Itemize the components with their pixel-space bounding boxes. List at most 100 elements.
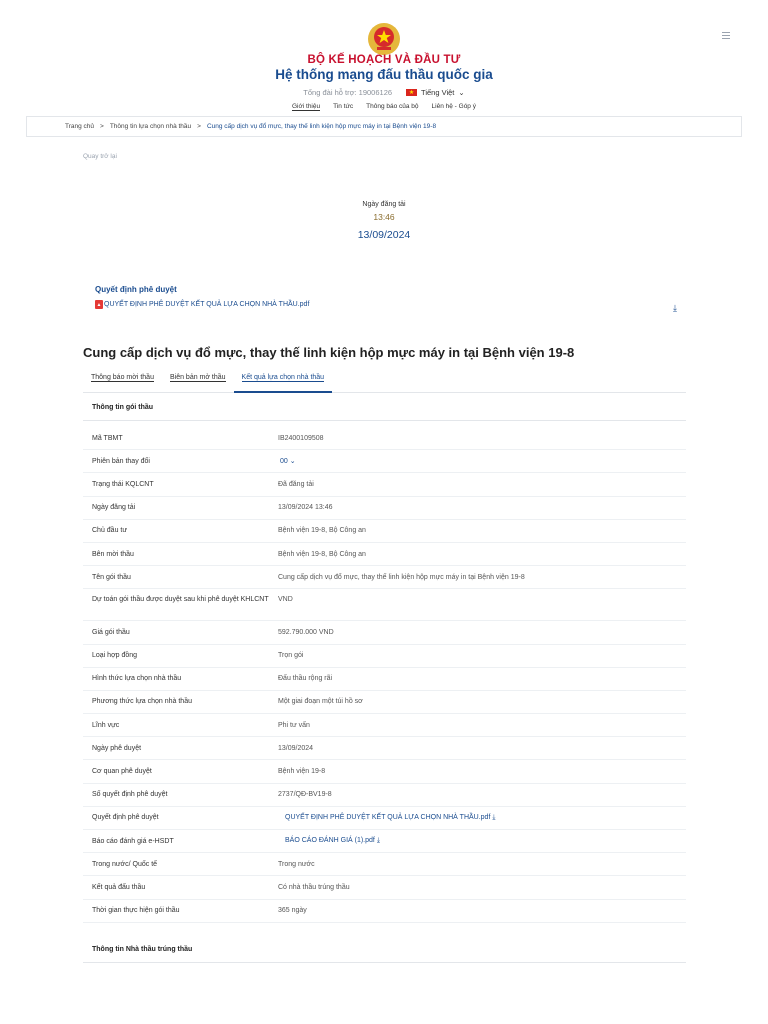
publish-label: Ngày đăng tải [362,201,406,208]
chevron-down-icon: ⌄ [458,88,465,97]
row-value: Trọn gói [278,652,304,660]
tab-bar: Thông báo mời thầu Biên bản mở thầu Kết … [83,371,686,393]
publish-date: 13/09/2024 [357,229,411,241]
row-value: Trong nước [278,860,315,868]
row-label: Thời gian thực hiện gói thầu [92,907,180,915]
publish-info: Ngày đăng tải 13:46 13/09/2024 [0,201,768,241]
decision-file-link[interactable]: QUYẾT ĐỊNH PHÊ DUYỆT KẾT QUẢ LỰA CHỌN NH… [278,814,686,822]
table-row: Số quyết định phê duyệt 2737/QĐ-BV19-8 [83,784,686,807]
download-icon: ⤓ [492,813,496,821]
decision-title: Quyết định phê duyệt [95,285,177,294]
row-label: Hình thức lựa chọn nhà thầu [92,675,182,683]
row-value: Bệnh viện 19-8 [278,768,326,776]
package-info-table: Mã TBMT IB2400109508 Phiên bản thay đổi 00… [83,427,686,923]
breadcrumb-current: Cung cấp dịch vụ đổ mực, thay thế linh k… [206,123,437,130]
row-label: Lĩnh vực [92,721,120,729]
table-row: Báo cáo đánh giá e-HSDT BÁO CÁO ĐÁNH GIÁ … [83,830,686,854]
table-row: Ngày phê duyệt 13/09/2024 [83,737,686,761]
row-value: Bệnh viện 19-8, Bộ Công an [278,550,366,558]
row-label: Phiên bản thay đổi [92,457,150,465]
section-package-info: Thông tin gói thầu [83,404,686,421]
tab-label: Biên bản mở thầu [169,374,226,382]
row-label: Số quyết định phê duyệt [92,791,168,799]
row-label: Loại hợp đồng [92,652,138,660]
row-label: Chủ đầu tư [92,527,128,535]
row-label: Kết quả đấu thầu [92,883,146,891]
table-row: Tên gói thầu Cung cấp dịch vụ đổ mực, tha… [83,566,686,590]
file-name: BÁO CÁO ĐÁNH GIÁ (1).pdf [285,837,375,845]
page-title: Cung cấp dịch vụ đổ mực, thay thế linh k… [83,345,575,360]
table-row: Phương thức lựa chọn nhà thầu Một giai đo… [83,691,686,715]
decision-file-name[interactable]: QUYẾT ĐỊNH PHÊ DUYỆT KẾT QUẢ LỰA CHỌN NH… [104,301,309,308]
row-label: Phương thức lựa chọn nhà thầu [92,698,192,706]
approval-decision: Quyết định phê duyệt ▲ QUYẾT ĐỊNH PHÊ DU… [95,285,677,313]
main-nav: Giới thiệu Tin tức Thông báo của bộ Liên… [0,103,768,111]
row-value: VND [278,596,293,604]
download-icon: ⤓ [376,837,380,845]
table-row: Quyết định phê duyệt QUYẾT ĐỊNH PHÊ DUYỆT… [83,807,686,830]
hamburger-menu-icon[interactable] [722,32,730,39]
breadcrumb-separator-icon: > [197,123,201,130]
site-header: BỘ KẾ HOẠCH VÀ ĐẦU TƯ Hệ thống mạng đấu … [0,0,768,111]
section-winner-info: Thông tin Nhà thầu trúng thầu [83,946,686,963]
table-row: Mã TBMT IB2400109508 [83,427,686,451]
row-label: Tên gói thầu [92,573,131,581]
tab-label: Thông báo mời thầu [91,374,154,382]
row-label: Quyết định phê duyệt [92,814,159,822]
row-label: Giá gói thầu [92,628,130,636]
row-label: Cơ quan phê duyệt [92,768,152,776]
report-file-link[interactable]: BÁO CÁO ĐÁNH GIÁ (1).pdf ⤓ [278,837,686,845]
row-value: Phi tư vấn [278,721,310,729]
language-label: Tiếng Việt [421,88,455,97]
back-link[interactable]: Quay trở lại [83,153,117,160]
download-icon[interactable]: ⤓ [673,303,677,314]
support-row: Tổng đài hỗ trợ: 19006126 ★ Tiếng Việt ⌄ [0,88,768,97]
version-selector[interactable]: 00 ⌄ [278,457,686,465]
row-label: Dự toán gói thầu được duyệt sau khi phê … [92,596,269,604]
publish-time: 13:46 [373,212,395,222]
nav-item-ministry-notices[interactable]: Thông báo của bộ [366,103,418,111]
row-value: IB2400109508 [278,434,324,442]
vietnam-flag-icon: ★ [406,89,418,96]
chevron-down-icon: ⌄ [289,458,296,466]
tab-bid-notice[interactable]: Thông báo mời thầu [83,371,162,393]
table-row: Kết quả đấu thầu Có nhà thầu trúng thầu [83,876,686,900]
table-row: Trong nước/ Quốc tế Trong nước [83,853,686,877]
row-value: Cung cấp dịch vụ đổ mực, thay thế linh k… [278,573,525,581]
row-value: 2737/QĐ-BV19-8 [278,791,332,799]
breadcrumb-separator-icon: > [100,123,104,130]
table-row: Hình thức lựa chọn nhà thầu Đấu thầu rộng… [83,668,686,691]
row-label: Ngày phê duyệt [92,744,142,752]
decision-file-link[interactable]: ▲ QUYẾT ĐỊNH PHÊ DUYỆT KẾT QUẢ LỰA CHỌN … [95,300,677,309]
language-selector[interactable]: ★ Tiếng Việt ⌄ [406,88,465,97]
row-label: Trong nước/ Quốc tế [92,860,158,868]
support-hotline: Tổng đài hỗ trợ: 19006126 [303,88,393,97]
row-value: 592.790.000 VND [278,628,334,636]
row-value: Có nhà thầu trúng thầu [278,883,350,891]
ministry-name: BỘ KẾ HOẠCH VÀ ĐẦU TƯ [307,54,461,66]
table-row: Bên mời thầu Bệnh viện 19-8, Bộ Công an [83,543,686,567]
breadcrumb-home[interactable]: Trang chủ [65,123,94,130]
table-row: Lĩnh vực Phi tư vấn [83,714,686,738]
table-row: Trạng thái KQLCNT Đã đăng tải [83,473,686,497]
breadcrumb: Trang chủ > Thông tin lựa chọn nhà thầu … [26,116,742,137]
tab-opening-minutes[interactable]: Biên bản mở thầu [162,371,234,393]
row-label: Mã TBMT [92,434,123,442]
table-row: Cơ quan phê duyệt Bệnh viện 19-8 [83,760,686,784]
table-row: Ngày đăng tải 13/09/2024 13:46 [83,497,686,520]
nav-item-news[interactable]: Tin tức [333,103,353,111]
nav-item-contact[interactable]: Liên hệ - Góp ý [432,103,476,111]
row-value: Một giai đoạn một túi hồ sơ [278,698,363,706]
national-emblem-icon [368,23,400,55]
table-row: Phiên bản thay đổi 00 ⌄ [83,450,686,474]
row-value: Bệnh viện 19-8, Bộ Công an [278,527,366,535]
row-label: Trạng thái KQLCNT [92,480,154,488]
breadcrumb-section[interactable]: Thông tin lựa chọn nhà thầu [110,123,191,130]
version-value: 00 [280,458,288,466]
tab-selection-result[interactable]: Kết quả lựa chọn nhà thầu [233,371,333,393]
tab-label: Kết quả lựa chọn nhà thầu [241,374,325,382]
table-row: Thời gian thực hiện gói thầu 365 ngày [83,900,686,923]
table-row: Giá gói thầu 592.790.000 VND [83,621,686,645]
table-row: Chủ đầu tư Bệnh viện 19-8, Bộ Công an [83,520,686,543]
nav-item-about[interactable]: Giới thiệu [292,103,321,111]
